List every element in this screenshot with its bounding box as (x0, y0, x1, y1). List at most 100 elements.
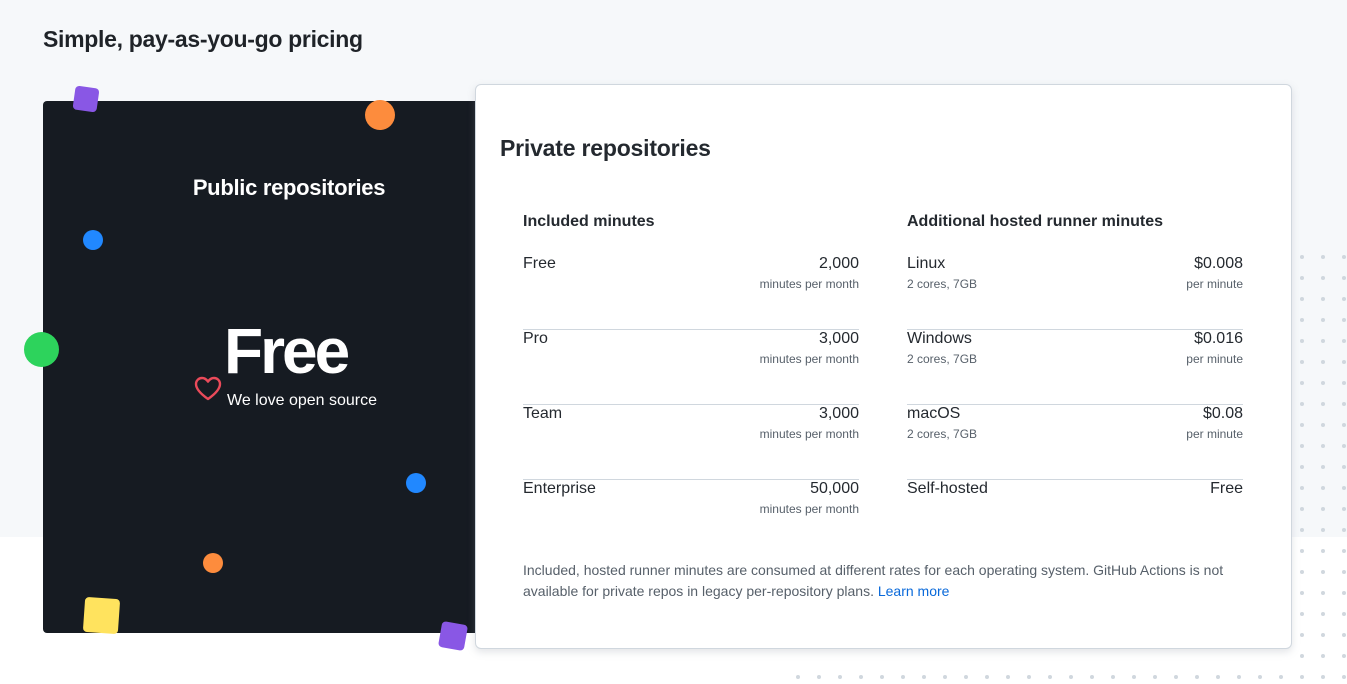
plan-minutes: 2,000 (818, 255, 859, 272)
learn-more-link[interactable]: Learn more (878, 583, 950, 599)
pattern-dot (880, 675, 884, 679)
included-minutes-column: Included minutes Free 2,000 minutes per … (523, 213, 859, 555)
pattern-dot (1342, 255, 1346, 259)
confetti-purple-square-2 (437, 620, 469, 652)
pattern-dot (1321, 465, 1325, 469)
pattern-dot (1342, 591, 1346, 595)
pattern-dot (1237, 675, 1241, 679)
plan-minutes: 50,000 (810, 480, 859, 497)
runner-row-windows: Windows 2 cores, 7GB $0.016 per minute (907, 330, 1243, 405)
additional-minutes-column: Additional hosted runner minutes Linux 2… (907, 213, 1243, 555)
runner-price-unit: per minute (1186, 427, 1243, 441)
pattern-dot (1300, 444, 1304, 448)
pattern-dot (1300, 465, 1304, 469)
pattern-dot (1300, 528, 1304, 532)
pattern-dot (1342, 402, 1346, 406)
pattern-dot (1342, 612, 1346, 616)
plan-minutes: 3,000 (818, 405, 859, 422)
pattern-dot (1111, 675, 1115, 679)
pattern-dot (1321, 549, 1325, 553)
private-card-title: Private repositories (500, 135, 711, 161)
confetti-orange-circle (365, 100, 395, 130)
pattern-dot (964, 675, 968, 679)
pattern-dot (1342, 486, 1346, 490)
pattern-dot (1321, 339, 1325, 343)
plan-minutes-unit: minutes per month (759, 277, 859, 291)
pattern-dot (943, 675, 947, 679)
pattern-dot (922, 675, 926, 679)
pattern-dot (1300, 591, 1304, 595)
pattern-dot (1300, 255, 1304, 259)
pattern-dot (1321, 528, 1325, 532)
public-tagline: We love open source (227, 392, 378, 409)
pattern-dot (1342, 297, 1346, 301)
pattern-dot (1258, 675, 1262, 679)
pattern-dot (1321, 276, 1325, 280)
pattern-dot (1321, 402, 1325, 406)
pattern-dot (1300, 612, 1304, 616)
included-row-enterprise: Enterprise 50,000 minutes per month (523, 480, 859, 555)
pattern-dot (901, 675, 905, 679)
pattern-dot (1342, 549, 1346, 553)
pattern-dot (1279, 675, 1283, 679)
pattern-dot (1342, 465, 1346, 469)
pattern-dot (1321, 297, 1325, 301)
runner-price: $0.016 (1194, 330, 1243, 347)
pattern-dot (1300, 276, 1304, 280)
confetti-blue-circle-2 (406, 473, 426, 493)
confetti-blue-circle (83, 230, 103, 250)
pattern-dot (1321, 381, 1325, 385)
public-price: Free (224, 315, 350, 387)
plan-name: Free (523, 255, 556, 272)
additional-minutes-heading: Additional hosted runner minutes (907, 213, 1164, 230)
runner-row-self-hosted: Self-hosted Free (907, 480, 1243, 555)
pattern-dot (1342, 507, 1346, 511)
pattern-dot (1174, 675, 1178, 679)
heart-icon (194, 376, 222, 401)
runner-price-unit: per minute (1186, 352, 1243, 366)
confetti-orange-circle-2 (203, 553, 223, 573)
pattern-dot (1153, 675, 1157, 679)
footnote-text: Included, hosted runner minutes are cons… (523, 562, 1224, 599)
pattern-dot (1342, 360, 1346, 364)
pattern-dot (1342, 318, 1346, 322)
pattern-dot (1300, 570, 1304, 574)
pattern-dot (859, 675, 863, 679)
private-repositories-card: Private repositories Included minutes Fr… (475, 84, 1292, 649)
plan-name: Team (523, 405, 563, 422)
public-repositories-card: Public repositories Free We love open so… (43, 101, 483, 633)
pattern-dot (1321, 444, 1325, 448)
page-title: Simple, pay-as-you-go pricing (43, 26, 363, 52)
runner-name: Windows (907, 330, 972, 347)
pattern-dot (1300, 675, 1304, 679)
runner-spec: 2 cores, 7GB (907, 427, 978, 441)
runner-spec: 2 cores, 7GB (907, 352, 978, 366)
pattern-dot (1300, 507, 1304, 511)
included-row-team: Team 3,000 minutes per month (523, 405, 859, 480)
pattern-dot (838, 675, 842, 679)
runner-spec: 2 cores, 7GB (907, 277, 978, 291)
pattern-dot (1006, 675, 1010, 679)
pattern-dot (1342, 654, 1346, 658)
pattern-dot (1300, 423, 1304, 427)
pricing-footnote: Included, hosted runner minutes are cons… (523, 560, 1253, 602)
runner-row-macos: macOS 2 cores, 7GB $0.08 per minute (907, 405, 1243, 480)
runner-name: macOS (907, 405, 961, 422)
runner-name: Self-hosted (907, 480, 988, 497)
pattern-dot (1342, 339, 1346, 343)
runner-row-linux: Linux 2 cores, 7GB $0.008 per minute (907, 255, 1243, 330)
runner-price: Free (1210, 480, 1243, 497)
confetti-yellow-square (82, 596, 121, 635)
pattern-dot (1300, 339, 1304, 343)
pattern-dot (1321, 654, 1325, 658)
plan-name: Pro (523, 330, 548, 347)
pattern-dot (1300, 318, 1304, 322)
pattern-dot (1300, 486, 1304, 490)
pattern-dot (1300, 297, 1304, 301)
pattern-dot (1300, 402, 1304, 406)
runner-price: $0.08 (1202, 405, 1243, 422)
pattern-dot (1321, 486, 1325, 490)
pattern-dot (1300, 549, 1304, 553)
pattern-dot (1342, 570, 1346, 574)
pattern-dot (1300, 381, 1304, 385)
